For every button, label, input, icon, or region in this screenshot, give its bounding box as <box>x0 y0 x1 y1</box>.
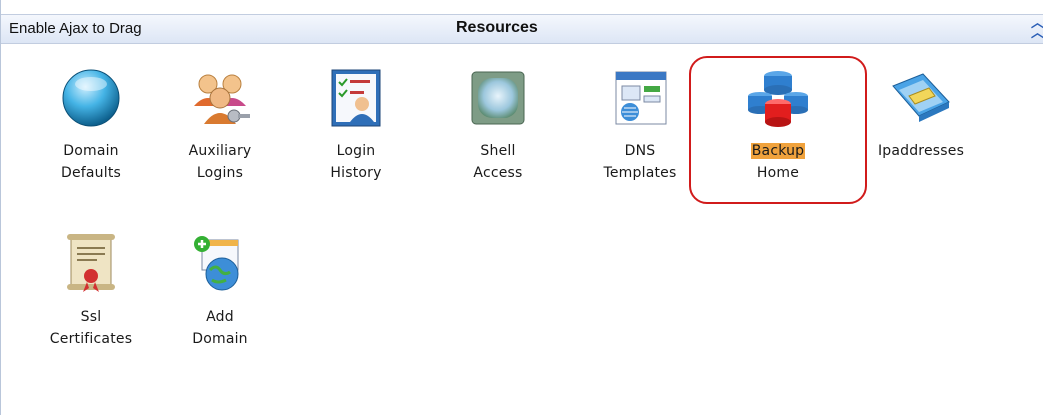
item-label-line2: Defaults <box>60 165 122 181</box>
item-label-line1: Ipaddresses <box>877 143 965 159</box>
shell-gem-icon <box>471 71 525 125</box>
item-label-line1: Domain <box>63 143 119 159</box>
item-label-line1: Login <box>336 143 376 159</box>
network-plug-icon <box>892 73 950 122</box>
sphere-icon <box>62 69 120 127</box>
item-label-line2: Access <box>473 165 523 181</box>
item-label-line2: Templates <box>603 165 677 181</box>
item-label-line1: Shell <box>480 143 516 159</box>
item-label-line1: Auxiliary <box>188 143 252 159</box>
users-key-icon <box>194 74 250 124</box>
item-label-line1: Ssl <box>80 309 102 325</box>
add-globe-icon <box>194 236 239 291</box>
resources-panel: Enable Ajax to Drag Resources ︿ ︿ Domain … <box>0 0 1043 415</box>
item-label-line1: Add <box>206 309 234 325</box>
panel-header: Enable Ajax to Drag Resources ︿ ︿ <box>1 14 1043 44</box>
panel-title: Resources <box>456 19 538 36</box>
item-label-line2: Logins <box>196 165 244 181</box>
item-label-line2: History <box>330 165 382 181</box>
double-chevron-up-icon[interactable]: ︿ ︿ <box>1031 17 1043 40</box>
enable-ajax-drag-label[interactable]: Enable Ajax to Drag <box>9 20 142 37</box>
checklist-user-icon <box>331 69 381 127</box>
item-label-line2: Certificates <box>49 331 133 347</box>
dns-template-icon <box>615 71 667 125</box>
certificate-icon <box>67 234 115 292</box>
annotation-highlight-ring <box>689 56 867 204</box>
item-label-line2: Domain <box>192 331 248 347</box>
item-label-line1: DNS <box>624 143 656 159</box>
